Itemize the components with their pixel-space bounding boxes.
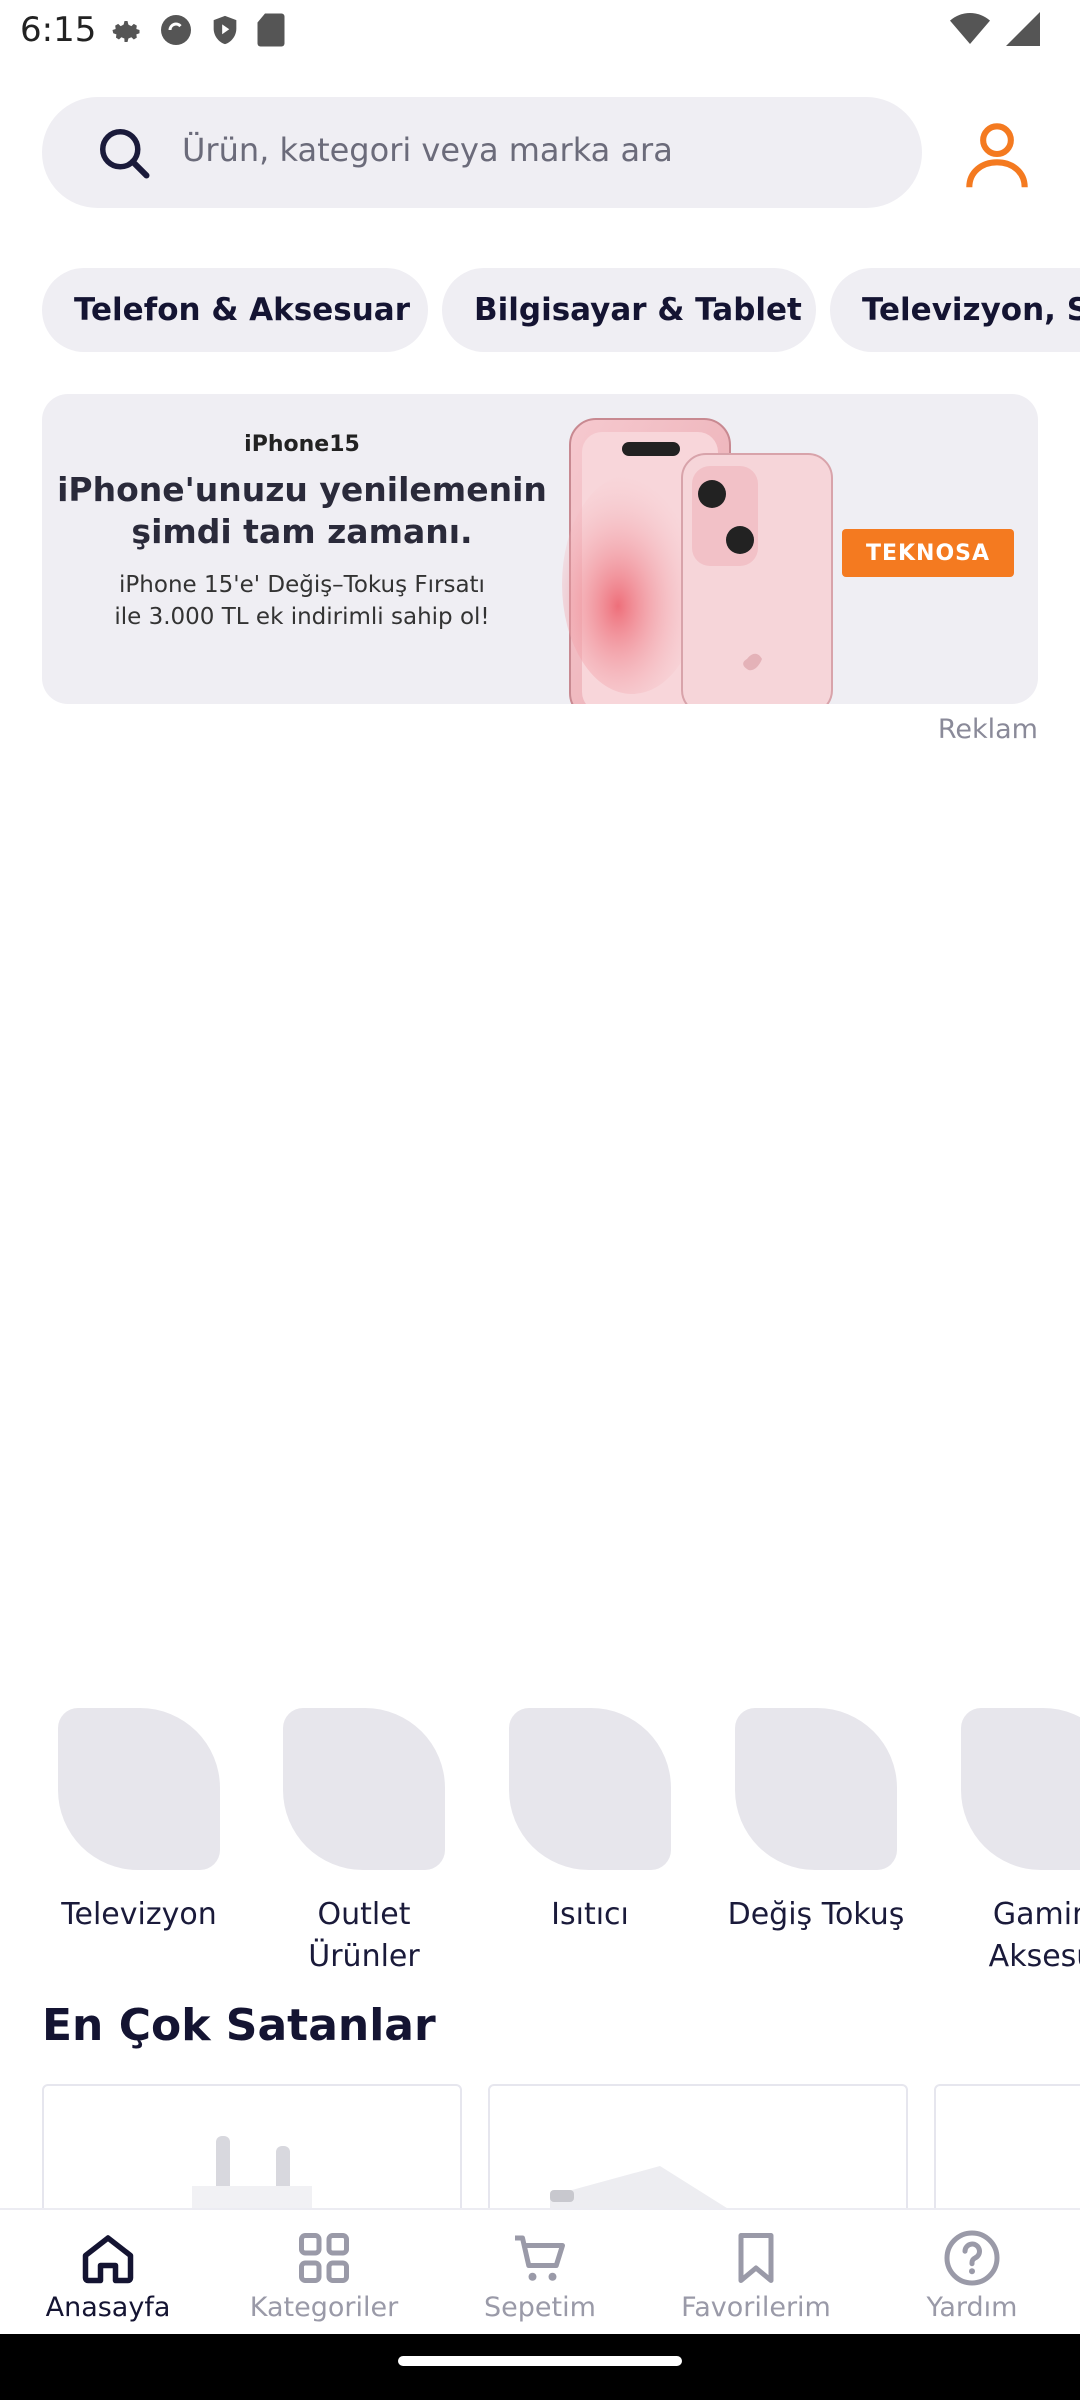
nav-kategoriler[interactable]: Kategoriler <box>216 2210 432 2336</box>
promo-subline-2: ile 3.000 TL ek indirimli sahip ol! <box>114 604 490 630</box>
teknosa-logo: TEKNOSA <box>842 529 1014 577</box>
gesture-navigation-bar <box>0 2334 1080 2400</box>
chip-telefon-aksesuar[interactable]: Telefon & Aksesuar <box>42 268 428 352</box>
promo-headline-2: şimdi tam zamanı. <box>131 512 473 551</box>
nav-label: Yardım <box>926 2292 1018 2323</box>
shortcut-image <box>961 1708 1080 1870</box>
shortcut-gaming-aksesuar[interactable]: Gamin Aksesu <box>929 1708 1080 1978</box>
shortcut-label: Televizyon <box>61 1897 217 1932</box>
shortcut-televizyon[interactable]: Televizyon <box>26 1708 252 1936</box>
nav-anasayfa[interactable]: Anasayfa <box>0 2210 216 2336</box>
chip-label: Televizyon, S <box>862 292 1080 328</box>
shortcut-categories: Televizyon Outlet Ürünler Isıtıcı Değiş … <box>0 1708 1080 1978</box>
ad-label: Reklam <box>937 714 1038 745</box>
shortcut-label: Outlet Ürünler <box>308 1897 420 1974</box>
chip-label: Telefon & Aksesuar <box>74 292 410 328</box>
nav-label: Kategoriler <box>249 2292 399 2323</box>
search-placeholder: Ürün, kategori veya marka ara <box>182 131 673 169</box>
shortcut-degis-tokus[interactable]: Değiş Tokuş <box>703 1708 929 1936</box>
promo-banner[interactable]: iPhone15 iPhone'unuzu yenilemenin şimdi … <box>42 394 1038 704</box>
shield-play-icon <box>213 15 237 45</box>
product-card[interactable] <box>488 2084 908 2208</box>
shortcut-image <box>735 1708 897 1870</box>
nav-label: Sepetim <box>484 2292 596 2323</box>
status-bar: 6:15 <box>0 0 1080 64</box>
search-bar[interactable]: Ürün, kategori veya marka ara <box>42 97 922 208</box>
help-icon <box>944 2230 1000 2286</box>
nav-label: Anasayfa <box>45 2292 171 2323</box>
nav-sepetim[interactable]: Sepetim <box>432 2210 648 2336</box>
grid-icon <box>299 2233 349 2283</box>
nav-yardim[interactable]: Yardım <box>864 2210 1080 2336</box>
promo-brand: iPhone15 <box>244 432 360 457</box>
chip-bilgisayar-tablet[interactable]: Bilgisayar & Tablet <box>442 268 816 352</box>
status-time: 6:15 <box>20 10 97 50</box>
shortcut-isitici[interactable]: Isıtıcı <box>477 1708 703 1936</box>
product-card[interactable] <box>934 2084 1080 2208</box>
shortcut-image <box>509 1708 671 1870</box>
promo-text: iPhone15 iPhone'unuzu yenilemenin şimdi … <box>42 394 562 704</box>
search-icon <box>100 129 150 179</box>
shortcut-label: Isıtıcı <box>551 1897 629 1932</box>
promo-headline-1: iPhone'unuzu yenilemenin <box>57 470 547 509</box>
status-notification-icons <box>108 12 286 48</box>
shortcut-label: Gamin Aksesu <box>988 1897 1080 1974</box>
bookmark-icon <box>738 2233 774 2283</box>
cart-icon <box>515 2235 565 2281</box>
settings-icon <box>112 21 140 42</box>
best-sellers-title: En Çok Satanlar <box>42 2000 436 2051</box>
product-image <box>550 2166 727 2208</box>
bottom-navigation: Anasayfa Kategoriler Sepetim Favorilerim… <box>0 2208 1080 2336</box>
nav-favorilerim[interactable]: Favorilerim <box>648 2210 864 2336</box>
shortcut-outlet-urunler[interactable]: Outlet Ürünler <box>251 1708 477 1978</box>
best-sellers-list <box>0 2084 1080 2208</box>
sync-app-icon <box>161 15 191 45</box>
account-icon[interactable] <box>963 118 1031 190</box>
product-image <box>192 2136 312 2208</box>
product-card[interactable] <box>42 2084 462 2208</box>
sd-card-icon <box>257 13 285 47</box>
chip-label: Bilgisayar & Tablet <box>474 292 802 328</box>
category-chips: Telefon & Aksesuar Bilgisayar & Tablet T… <box>42 268 1080 352</box>
signal-icon <box>1006 12 1040 46</box>
gesture-handle[interactable] <box>398 2356 682 2366</box>
promo-subline-1: iPhone 15'e' Değiş–Tokuş Fırsatı <box>119 572 485 598</box>
wifi-icon <box>950 13 990 44</box>
chip-televizyon[interactable]: Televizyon, S <box>830 268 1080 352</box>
status-system-icons <box>950 12 1040 46</box>
home-icon <box>82 2235 134 2284</box>
shortcut-image <box>283 1708 445 1870</box>
shortcut-label: Değiş Tokuş <box>727 1897 905 1932</box>
shortcut-image <box>58 1708 220 1870</box>
nav-label: Favorilerim <box>681 2292 831 2323</box>
